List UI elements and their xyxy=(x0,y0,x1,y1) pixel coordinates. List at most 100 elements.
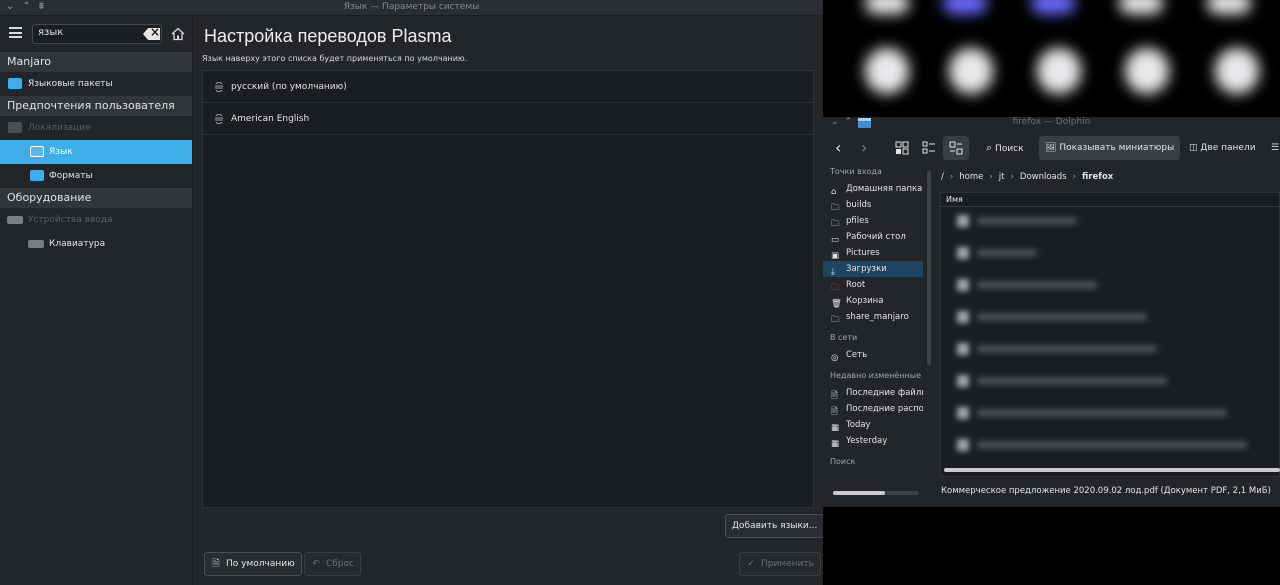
drag-handle-icon[interactable] xyxy=(214,82,224,92)
place-builds[interactable]: 🗀 builds xyxy=(823,197,923,213)
place-recent-files[interactable]: 🗎 Последние файлы xyxy=(823,385,923,401)
sidebar-item-keyboard[interactable]: Клавиатура xyxy=(0,232,192,256)
formats-icon xyxy=(30,170,44,181)
chevron-right-icon: › xyxy=(1010,172,1014,182)
breadcrumb-firefox[interactable]: firefox xyxy=(1082,172,1113,182)
settings-sidebar: язык Manjaro Языковые пакеты Предпочтени… xyxy=(0,16,193,585)
place-downloads[interactable]: ⤓ Загрузки xyxy=(823,261,923,277)
sidebar-item-input-devices[interactable]: Устройства ввода xyxy=(0,208,192,232)
places-scrollbar[interactable] xyxy=(927,171,931,365)
place-share-manjaro[interactable]: 🗀 share_manjaro xyxy=(823,309,923,325)
place-network[interactable]: ◎ Сеть xyxy=(823,347,923,363)
page-title: Настройка переводов Plasma xyxy=(204,26,452,46)
breadcrumb-jt[interactable]: jt xyxy=(999,172,1005,182)
trash-icon: 🗑 xyxy=(831,299,842,309)
system-settings-window: ⌄ ⌃ ⩩ Язык — Параметры системы язык Manj… xyxy=(0,0,823,585)
page-description: Язык наверху этого списка будет применят… xyxy=(202,54,468,63)
place-pictures[interactable]: ▣ Pictures xyxy=(823,245,923,261)
language-row-english[interactable]: American English xyxy=(203,103,813,135)
apply-button[interactable]: ✓ Применить xyxy=(739,552,821,576)
undo-icon: ↶ xyxy=(312,559,320,569)
settings-titlebar[interactable]: ⌄ ⌃ ⩩ Язык — Параметры системы xyxy=(0,0,823,16)
show-previews-button[interactable]: 🖼 Показывать миниатюры xyxy=(1039,136,1181,160)
breadcrumb-root[interactable]: / xyxy=(941,172,944,182)
download-icon: ⤓ xyxy=(831,267,835,277)
chevron-right-icon: › xyxy=(989,172,993,182)
recent-files-icon: 🗎 xyxy=(831,391,838,401)
folder-icon: 🗀 xyxy=(831,219,840,229)
sidebar-item-formats[interactable]: Форматы xyxy=(0,164,192,188)
image-icon: 🖼 xyxy=(1045,143,1057,153)
dolphin-toolbar: ‹ › ⌕ Поиск 🖼 Показывать миниатюры ◫ Две… xyxy=(823,134,1280,163)
places-header: Точки входа xyxy=(830,167,882,176)
forward-icon[interactable]: › xyxy=(861,136,867,160)
pictures-icon: ▣ xyxy=(831,251,840,261)
defaults-button[interactable]: 🗎 По умолчанию xyxy=(204,552,302,576)
dolphin-window-title: firefox — Dolphin xyxy=(1012,117,1091,127)
dolphin-titlebar[interactable]: ⌄ ⌃ firefox — Dolphin xyxy=(823,117,1280,130)
keyboard-icon xyxy=(28,240,44,248)
place-desktop[interactable]: ▭ Рабочий стол xyxy=(823,229,923,245)
search-input[interactable]: язык xyxy=(32,24,162,44)
localization-icon xyxy=(8,122,22,133)
menu-icon[interactable]: ☰ xyxy=(1271,136,1279,160)
sidebar-item-localization[interactable]: Локализация xyxy=(0,116,192,140)
calendar-icon: ▦ xyxy=(831,439,840,449)
desktop-background xyxy=(823,507,1280,585)
place-root[interactable]: 🗀 Root xyxy=(823,277,923,293)
language-row-russian[interactable]: русский (по умолчанию) xyxy=(203,71,813,103)
language-packages-icon xyxy=(8,78,22,89)
sidebar-item-language[interactable]: Язык xyxy=(0,140,192,164)
network-header: В сети xyxy=(830,333,858,342)
language-settings-page: Настройка переводов Plasma Язык наверху … xyxy=(194,16,823,585)
details-view-button[interactable] xyxy=(943,136,969,160)
folder-icon: 🗀 xyxy=(831,315,840,325)
compact-view-icon[interactable] xyxy=(922,141,936,155)
chevron-right-icon: › xyxy=(1072,172,1076,182)
reset-button[interactable]: ↶ Сброс xyxy=(304,552,362,576)
place-pfiles[interactable]: 🗀 pfiles xyxy=(823,213,923,229)
split-panels-icon: ◫ xyxy=(1189,143,1198,153)
back-icon[interactable]: ‹ xyxy=(835,136,841,160)
recent-header: Недавно изменённые xyxy=(830,371,922,380)
icons-view-icon[interactable] xyxy=(895,141,909,155)
search-button[interactable]: ⌕ Поиск xyxy=(986,136,1024,160)
chevron-right-icon: › xyxy=(949,172,954,182)
details-view-icon xyxy=(949,141,963,155)
file-list-horizontal-scrollbar[interactable] xyxy=(944,468,1280,472)
calendar-icon: ▦ xyxy=(831,423,840,433)
column-header-name[interactable]: Имя xyxy=(941,193,1279,207)
places-horizontal-scrollbar[interactable] xyxy=(833,491,885,495)
recent-locations-icon: 🗎 xyxy=(831,407,838,417)
home-icon[interactable] xyxy=(171,27,185,41)
place-today[interactable]: ▦ Today xyxy=(823,417,923,433)
search-header: Поиск xyxy=(830,457,856,466)
language-list: русский (по умолчанию) American English xyxy=(202,70,814,508)
search-icon: ⌕ xyxy=(986,141,993,154)
blurred-desktop-background xyxy=(823,0,1280,117)
hamburger-menu-icon[interactable] xyxy=(9,27,22,38)
place-home[interactable]: ⌂ Домашняя папка xyxy=(823,181,923,197)
desktop-icon: ▭ xyxy=(831,235,840,245)
add-languages-button[interactable]: Добавить языки... xyxy=(725,514,823,538)
breadcrumb: / › home › jt › Downloads › firefox xyxy=(941,169,1113,185)
checkmark-icon: ✓ xyxy=(747,559,755,569)
input-devices-icon xyxy=(7,216,23,224)
sidebar-group-manjaro: Manjaro xyxy=(0,52,192,72)
sidebar-item-language-packages[interactable]: Языковые пакеты xyxy=(0,72,192,96)
home-icon: ⌂ xyxy=(831,187,837,197)
place-trash[interactable]: 🗑 Корзина xyxy=(823,293,923,309)
breadcrumb-home[interactable]: home xyxy=(959,172,983,182)
sidebar-group-hardware: Оборудование xyxy=(0,188,192,208)
document-icon: 🗎 xyxy=(212,559,220,569)
file-list-view[interactable]: Имя xyxy=(940,192,1280,477)
place-recent-locations[interactable]: 🗎Последние расположения xyxy=(823,401,923,417)
breadcrumb-downloads[interactable]: Downloads xyxy=(1020,172,1067,182)
language-icon xyxy=(30,146,44,157)
place-yesterday[interactable]: ▦ Yesterday xyxy=(823,433,923,449)
drag-handle-icon[interactable] xyxy=(214,114,224,124)
split-view-button[interactable]: ◫ Две панели xyxy=(1189,136,1256,160)
network-icon: ◎ xyxy=(831,353,839,363)
settings-window-title: Язык — Параметры системы xyxy=(343,2,480,12)
places-panel: Точки входа ⌂ Домашняя папка 🗀 builds 🗀 pfi… xyxy=(823,163,923,507)
